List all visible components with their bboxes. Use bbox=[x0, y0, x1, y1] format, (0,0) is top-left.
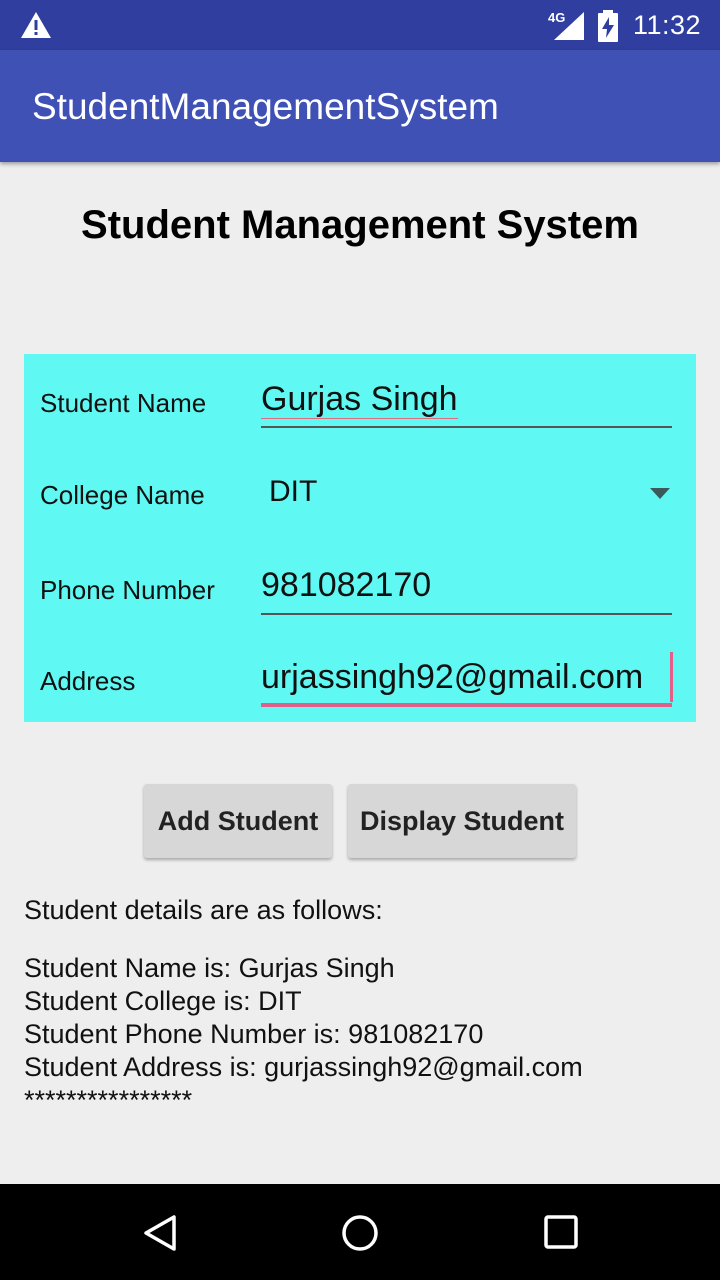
warning-icon bbox=[20, 11, 52, 44]
phone-number-input[interactable]: 981082170 bbox=[261, 566, 672, 605]
student-name-underline bbox=[261, 426, 672, 428]
text-cursor bbox=[670, 652, 673, 702]
details-line-separator: **************** bbox=[24, 1085, 193, 1115]
details-line-phone: Student Phone Number is: 981082170 bbox=[24, 1019, 484, 1049]
dropdown-arrow-icon[interactable] bbox=[650, 487, 670, 505]
details-line-name: Student Name is: Gurjas Singh bbox=[24, 953, 395, 983]
college-name-spinner[interactable]: DIT bbox=[269, 475, 317, 509]
details-line-address: Student Address is: gurjassingh92@gmail.… bbox=[24, 1052, 583, 1082]
phone-number-underline bbox=[261, 613, 672, 615]
status-bar: 4G 11:32 bbox=[0, 0, 720, 50]
app-title: StudentManagementSystem bbox=[32, 86, 499, 127]
signal-icon bbox=[554, 12, 584, 45]
address-underline bbox=[261, 703, 672, 707]
display-student-button[interactable]: Display Student bbox=[348, 784, 576, 858]
address-value: urjassingh92@gmail.com bbox=[261, 658, 644, 696]
battery-charging-icon bbox=[597, 10, 619, 47]
address-label: Address bbox=[40, 666, 136, 696]
back-icon[interactable] bbox=[142, 1214, 178, 1257]
student-name-input[interactable]: Gurjas Singh bbox=[261, 380, 672, 419]
recents-icon[interactable] bbox=[543, 1214, 579, 1255]
student-name-value: Gurjas Singh bbox=[261, 380, 458, 419]
home-icon[interactable] bbox=[341, 1214, 379, 1257]
add-student-button[interactable]: Add Student bbox=[144, 784, 332, 858]
student-form: Student Name Gurjas Singh College Name D… bbox=[24, 354, 696, 722]
details-heading: Student details are as follows: bbox=[24, 895, 383, 925]
details-output: Student Name is: Gurjas Singh Student Co… bbox=[24, 952, 583, 1117]
page-title: Student Management System bbox=[81, 203, 639, 247]
clock: 11:32 bbox=[633, 10, 702, 40]
app-bar: StudentManagementSystem bbox=[0, 50, 720, 162]
details-line-college: Student College is: DIT bbox=[24, 986, 302, 1016]
address-input[interactable]: urjassingh92@gmail.com bbox=[261, 658, 672, 697]
navigation-bar bbox=[0, 1184, 720, 1280]
phone-number-label: Phone Number bbox=[40, 575, 215, 605]
college-name-label: College Name bbox=[40, 480, 205, 510]
student-name-label: Student Name bbox=[40, 388, 207, 418]
